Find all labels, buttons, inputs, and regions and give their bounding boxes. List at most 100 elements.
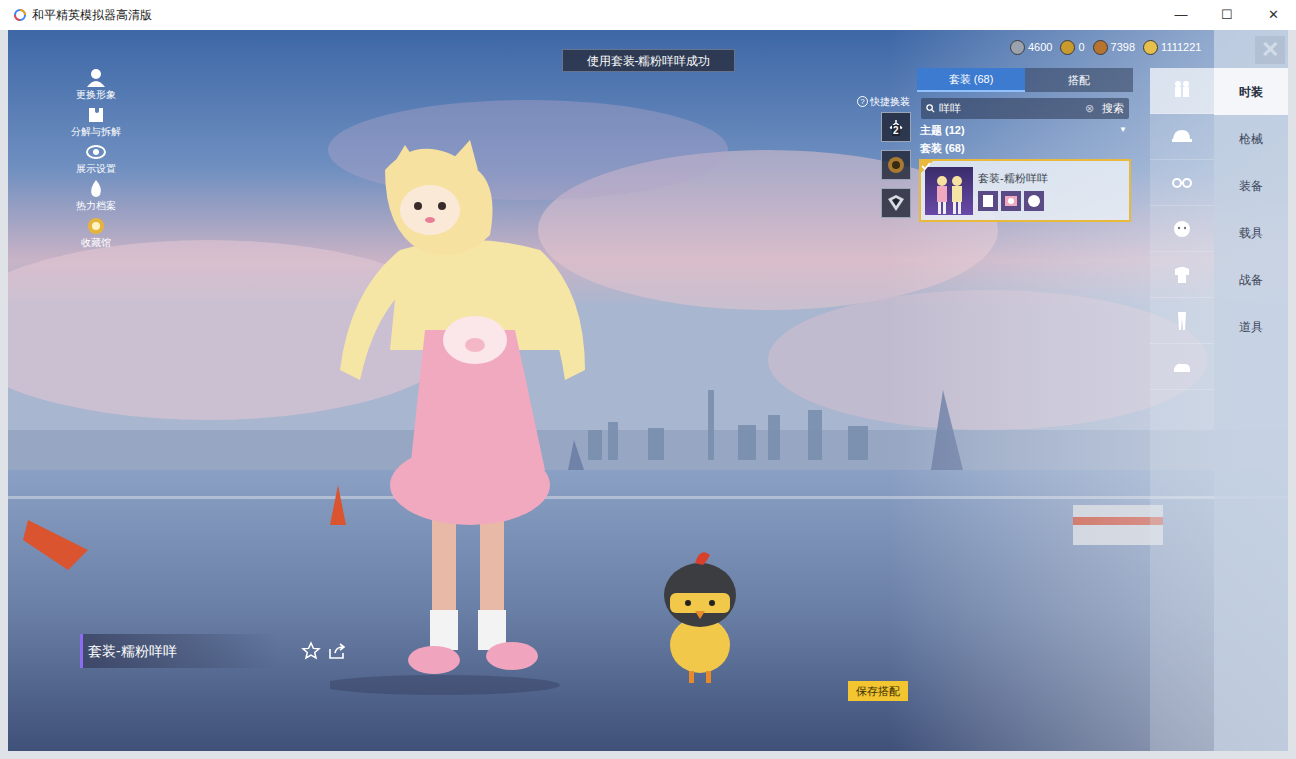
category-button[interactable] <box>1150 114 1214 160</box>
menu-icon <box>85 104 107 126</box>
outfit-name: 套装-糯粉咩咩 <box>978 170 1048 187</box>
search-button[interactable]: 搜索 <box>1098 100 1124 117</box>
dropdown-arrow: ▼ <box>1119 123 1127 137</box>
character-model <box>330 140 620 700</box>
main-tab[interactable]: 战备 <box>1214 256 1288 303</box>
window-control-glyph: ✕ <box>1268 5 1279 25</box>
menu-label: 分解与拆解 <box>71 126 121 138</box>
quick-slot[interactable] <box>881 150 911 180</box>
search-field[interactable]: 咩咩 ⊗ 搜索 <box>921 98 1129 119</box>
wardrobe-tab[interactable]: 搭配 <box>1025 68 1133 92</box>
left-menu-item[interactable]: 收藏馆 <box>81 215 111 249</box>
category-icon <box>1170 171 1194 195</box>
main-tab-label: 枪械 <box>1239 130 1263 148</box>
main-tab-label: 载具 <box>1239 224 1263 242</box>
menu-icon <box>85 178 107 200</box>
coin-icon <box>1093 40 1108 55</box>
main-tab[interactable]: 枪械 <box>1214 115 1288 162</box>
app-logo-icon <box>14 9 26 21</box>
quick-change: ? 快捷换装 2 <box>852 94 910 218</box>
category-button[interactable] <box>1150 252 1214 298</box>
main-tab[interactable]: 道具 <box>1214 303 1288 350</box>
left-menu: 更换形象分解与拆解展示设置热力档案收藏馆 <box>64 67 128 249</box>
emblem-icon <box>886 193 906 213</box>
currency: 0 <box>1060 39 1084 56</box>
help-icon[interactable]: ? <box>857 96 868 107</box>
left-menu-item[interactable]: 热力档案 <box>76 178 116 212</box>
currency: 1111221 <box>1143 39 1201 56</box>
menu-label: 更换形象 <box>76 89 116 101</box>
save-button[interactable]: 保存搭配 <box>848 681 908 701</box>
badge-icon <box>886 155 906 175</box>
star-icon[interactable] <box>301 641 321 661</box>
part-thumbnails <box>978 191 1048 211</box>
category-column <box>1150 68 1214 751</box>
category-icon <box>1170 309 1194 333</box>
menu-label: 收藏馆 <box>81 237 111 249</box>
title-bar: 和平精英模拟器高清版 —☐ ✕ <box>0 0 1296 30</box>
main-tab-label: 战备 <box>1239 271 1263 289</box>
menu-label: 展示设置 <box>76 163 116 175</box>
main-tab-label: 时装 <box>1239 83 1263 101</box>
window-control[interactable]: ✕ <box>1250 0 1296 30</box>
tab-label: 套装 (68) <box>949 71 994 88</box>
part-thumbnail <box>1024 191 1044 211</box>
main-tab-label: 装备 <box>1239 177 1263 195</box>
window-control[interactable]: ☐ <box>1204 0 1250 30</box>
left-menu-item[interactable]: 分解与拆解 <box>71 104 121 138</box>
clear-button[interactable]: ⊗ <box>1085 100 1094 117</box>
search-input[interactable]: 咩咩 <box>939 100 1081 117</box>
coin-icon <box>1143 40 1158 55</box>
category-button[interactable] <box>1150 344 1214 390</box>
currency-value: 1111221 <box>1161 39 1201 56</box>
part-thumbnail <box>978 191 998 211</box>
share-icon[interactable] <box>327 641 347 661</box>
left-menu-item[interactable]: 展示设置 <box>76 141 116 175</box>
coin-icon <box>1060 40 1075 55</box>
left-menu-item[interactable]: 更换形象 <box>76 67 116 101</box>
main-tab[interactable]: 时装 <box>1214 68 1288 115</box>
category-button[interactable] <box>1150 160 1214 206</box>
quick-change-label: 快捷换装 <box>870 94 910 109</box>
currency: 7398 <box>1093 39 1135 56</box>
filter-row[interactable]: 主题 (12) ▼ <box>917 123 1133 137</box>
pet-chick <box>655 535 745 695</box>
main-tab[interactable]: 载具 <box>1214 209 1288 256</box>
category-icon <box>1170 79 1194 103</box>
part-icon <box>1001 191 1021 211</box>
outfit-figure-icon <box>929 173 969 215</box>
wardrobe-tab[interactable]: 套装 (68) <box>917 68 1025 92</box>
search-icon <box>926 104 935 113</box>
part-icon <box>1024 191 1044 211</box>
category-icon <box>1170 125 1194 149</box>
save-label: 保存搭配 <box>856 683 900 700</box>
check-icon <box>921 161 931 171</box>
toast-text: 使用套装-糯粉咩咩成功 <box>587 52 711 70</box>
category-icon <box>1170 355 1194 379</box>
window-control[interactable]: — <box>1158 0 1204 30</box>
slot-badge: 2 <box>892 125 900 136</box>
menu-icon <box>85 215 107 237</box>
category-icon <box>1170 263 1194 287</box>
outfit-name: 套装-糯粉咩咩 <box>88 641 177 662</box>
currency-bar: 4600 0 7398 1111221 <box>1010 39 1201 56</box>
outfit-card[interactable]: 套装-糯粉咩咩 <box>919 159 1131 222</box>
category-button[interactable] <box>1150 68 1214 114</box>
outfit-name-bar: 套装-糯粉咩咩 <box>80 634 347 668</box>
main-tabs: 时装枪械装备载具战备道具 <box>1214 30 1288 751</box>
quick-slot[interactable] <box>881 188 911 218</box>
category-icon <box>1170 217 1194 241</box>
main-tab[interactable]: 装备 <box>1214 162 1288 209</box>
currency-value: 7398 <box>1111 39 1135 56</box>
currency: 4600 <box>1010 39 1052 56</box>
quick-slot[interactable]: 2 <box>881 112 911 142</box>
window-title: 和平精英模拟器高清版 <box>32 6 152 24</box>
tab-label: 搭配 <box>1068 72 1090 89</box>
menu-icon <box>85 141 107 163</box>
menu-icon <box>85 67 107 89</box>
main-tab-label: 道具 <box>1239 318 1263 336</box>
category-button[interactable] <box>1150 206 1214 252</box>
category-button[interactable] <box>1150 298 1214 344</box>
menu-label: 热力档案 <box>76 200 116 212</box>
filter-label: 主题 (12) <box>920 123 965 137</box>
